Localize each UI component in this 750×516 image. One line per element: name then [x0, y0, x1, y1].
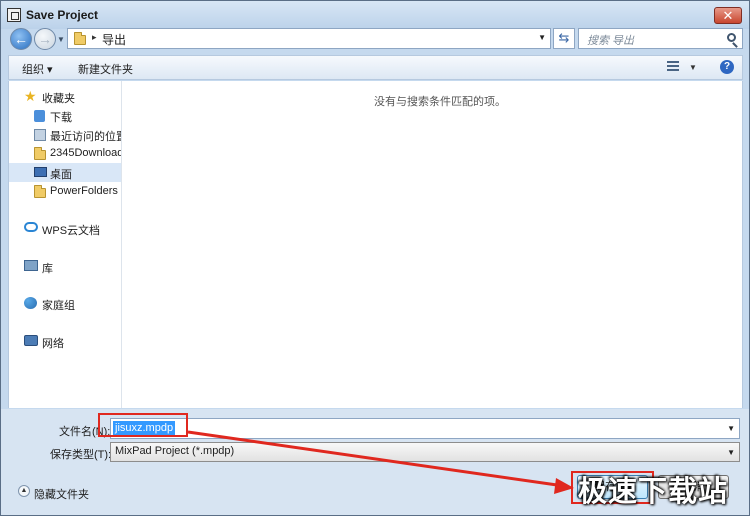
sidebar-item-label: 下载	[50, 112, 72, 124]
sidebar-item-label: 库	[42, 263, 53, 275]
library-icon	[24, 260, 38, 271]
hide-folders-label[interactable]: 隐藏文件夹	[34, 486, 89, 502]
sidebar-item-libraries[interactable]: 库	[9, 257, 121, 276]
sidebar-item-label: 家庭组	[42, 300, 75, 312]
recent-pages-dropdown[interactable]: ▼	[57, 35, 65, 44]
filetype-select[interactable]: MixPad Project (*.mpdp) ▼	[110, 442, 740, 462]
sidebar-item-label: 最近访问的位置	[50, 131, 122, 143]
sidebar-item-desktop[interactable]: 桌面	[9, 163, 121, 182]
watermark-logo: 极速下载站	[578, 474, 729, 508]
app-icon	[7, 8, 21, 22]
sidebar-item-label: 2345Downloads	[50, 147, 122, 159]
view-dropdown-icon[interactable]: ▼	[689, 63, 697, 72]
help-button[interactable]: ?	[720, 60, 734, 74]
breadcrumb-arrow-icon[interactable]: ▸	[92, 32, 97, 43]
command-toolbar: 组织 ▾ 新建文件夹 ▼ ?	[8, 55, 743, 80]
sidebar-item-recent-places[interactable]: 最近访问的位置	[9, 125, 121, 144]
sidebar-item-label: PowerFolders	[50, 185, 118, 197]
navigation-pane: ★ 收藏夹 下载 最近访问的位置 2345Downloads 桌面 PowerF…	[8, 81, 122, 408]
save-dialog: Save Project ✕ ← → ▼ ▸ 导出 ▼ ⇆ 搜索 导出 组织 ▾…	[0, 0, 750, 516]
organize-menu-button[interactable]: 组织 ▾	[22, 61, 53, 77]
filename-value[interactable]: jisuxz.mpdp	[113, 421, 176, 435]
filename-dropdown-icon[interactable]: ▼	[727, 424, 735, 433]
sidebar-item-label: 桌面	[50, 169, 72, 181]
filetype-dropdown-icon[interactable]: ▼	[727, 448, 735, 457]
search-icon[interactable]	[727, 33, 736, 42]
sidebar-item-wps-cloud[interactable]: WPS云文档	[9, 219, 121, 238]
address-dropdown-icon[interactable]: ▼	[538, 33, 546, 42]
folder-icon	[74, 32, 86, 45]
forward-button[interactable]: →	[34, 28, 56, 50]
refresh-button[interactable]: ⇆	[553, 28, 575, 49]
desktop-icon	[34, 167, 47, 177]
folder-icon	[34, 185, 46, 198]
arrow-left-icon: ←	[14, 31, 28, 47]
sidebar-item-powerfolders[interactable]: PowerFolders	[9, 182, 121, 201]
sidebar-item-homegroup[interactable]: 家庭组	[9, 294, 121, 313]
network-icon	[24, 335, 38, 346]
empty-results-message: 没有与搜索条件匹配的项。	[374, 96, 506, 108]
folder-icon	[34, 147, 46, 160]
star-icon: ★	[24, 88, 37, 104]
homegroup-icon	[24, 297, 37, 309]
window-title: Save Project	[26, 8, 99, 22]
sidebar-item-downloads[interactable]: 下载	[9, 106, 121, 125]
view-options-icon[interactable]	[667, 61, 683, 73]
search-input[interactable]: 搜索 导出	[578, 28, 743, 49]
sidebar-item-label: 收藏夹	[42, 93, 75, 105]
sidebar-item-2345downloads[interactable]: 2345Downloads	[9, 144, 121, 163]
new-folder-button[interactable]: 新建文件夹	[78, 61, 133, 77]
filetype-label: 保存类型(T):	[50, 449, 112, 461]
search-placeholder: 搜索 导出	[587, 35, 635, 47]
close-button[interactable]: ✕	[714, 7, 742, 24]
recent-places-icon	[34, 129, 46, 141]
file-list-pane[interactable]: 没有与搜索条件匹配的项。	[122, 81, 743, 408]
filetype-value: MixPad Project (*.mpdp)	[115, 445, 235, 457]
sidebar-item-network[interactable]: 网络	[9, 332, 121, 351]
refresh-icon: ⇆	[558, 30, 570, 45]
arrow-right-icon: →	[38, 31, 52, 47]
breadcrumb-current-folder[interactable]: 导出	[102, 31, 126, 48]
hide-folders-toggle[interactable]: ▲	[18, 485, 30, 497]
download-icon	[34, 110, 45, 122]
address-bar[interactable]: ▸ 导出 ▼	[67, 28, 551, 49]
filename-field[interactable]: jisuxz.mpdp ▼	[110, 418, 740, 439]
back-button[interactable]: ←	[10, 28, 32, 50]
cloud-icon	[24, 222, 38, 232]
sidebar-item-label: WPS云文档	[42, 225, 101, 237]
title-bar: Save Project ✕	[1, 1, 749, 29]
sidebar-item-favorites[interactable]: ★ 收藏夹	[9, 87, 121, 106]
sidebar-item-label: 网络	[42, 338, 64, 350]
filename-label: 文件名(N):	[59, 426, 111, 438]
